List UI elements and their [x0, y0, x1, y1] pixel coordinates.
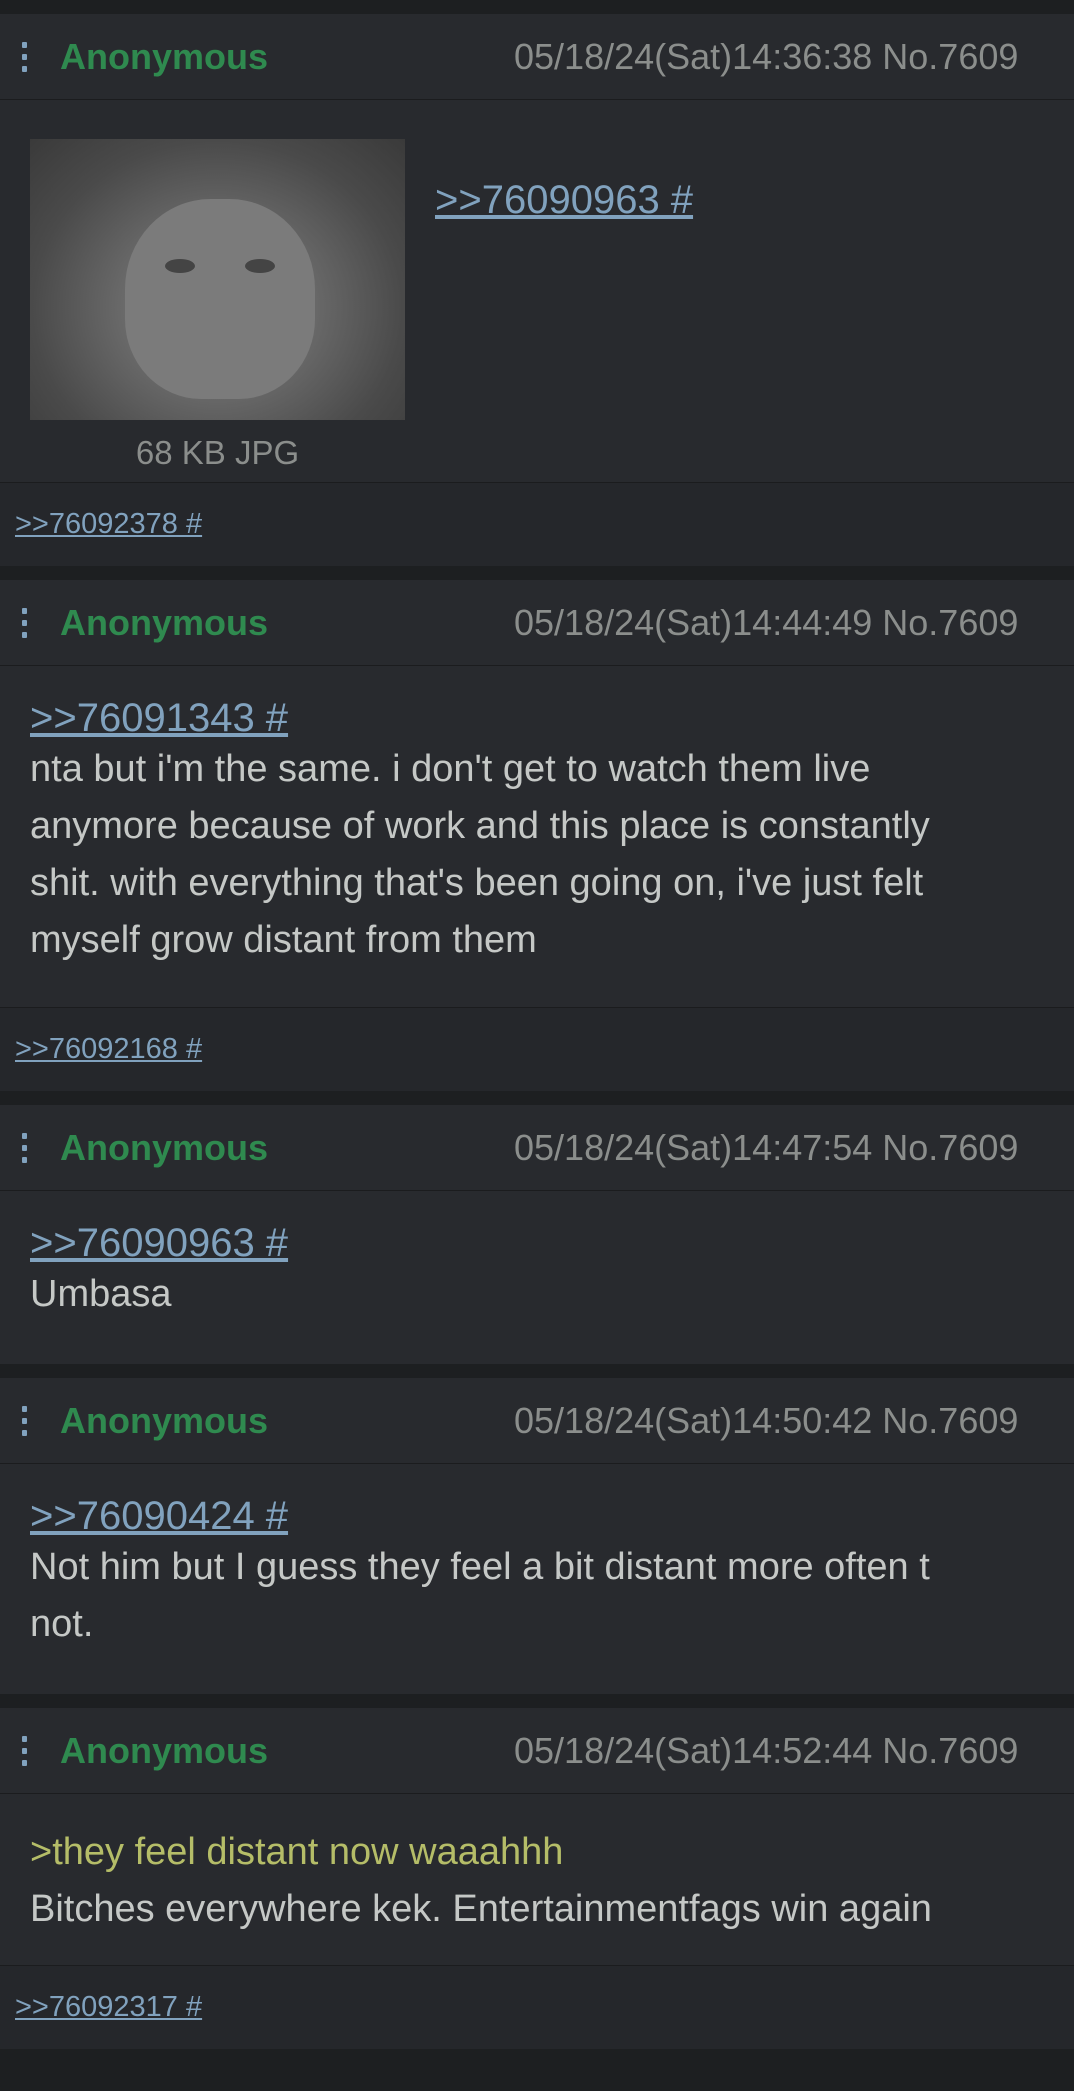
- kebab-menu-icon: [22, 1132, 27, 1163]
- post-text-line: anymore because of work and this place i…: [30, 805, 930, 847]
- poster-name: Anonymous: [60, 1126, 269, 1168]
- quote-link[interactable]: >>76090424 #: [30, 1494, 288, 1538]
- reply-link[interactable]: >>76092378 #: [15, 508, 202, 541]
- post-menu-button[interactable]: [22, 1708, 27, 1793]
- kebab-menu-icon: [22, 607, 27, 638]
- post: Anonymous 05/18/24(Sat)14:52:44 No.7609 …: [0, 1708, 1074, 1965]
- post-header: Anonymous 05/18/24(Sat)14:36:38 No.7609: [0, 14, 1074, 100]
- thumbnail-eye-right: [245, 259, 275, 273]
- post-header: Anonymous 05/18/24(Sat)14:44:49 No.7609: [0, 580, 1074, 666]
- post-text-line: myself grow distant from them: [30, 919, 537, 961]
- post-gap: [0, 0, 1074, 14]
- post-gap: [0, 1091, 1074, 1105]
- post-timestamp[interactable]: 05/18/24(Sat)14:44:49 No.7609: [514, 602, 1018, 644]
- kebab-menu-icon: [22, 1735, 27, 1766]
- post-text-line: shit. with everything that's been going …: [30, 862, 924, 904]
- post-text-line: Umbasa: [30, 1273, 172, 1315]
- post-replies: >>76092168 #: [0, 1007, 1074, 1091]
- post: Anonymous 05/18/24(Sat)14:50:42 No.7609 …: [0, 1378, 1074, 1694]
- post-menu-button[interactable]: [22, 1378, 27, 1463]
- post-body: >>76091343 # nta but i'm the same. i don…: [0, 666, 1074, 969]
- kebab-menu-icon: [22, 41, 27, 72]
- quote-link[interactable]: >>76090963 #: [30, 1221, 288, 1265]
- quote-link[interactable]: >>76090963 #: [435, 178, 693, 223]
- post-replies: >>76092378 #: [0, 482, 1074, 566]
- poster-name: Anonymous: [60, 601, 269, 643]
- post: Anonymous 05/18/24(Sat)14:44:49 No.7609 …: [0, 580, 1074, 1007]
- poster-name: Anonymous: [60, 35, 269, 77]
- reply-link[interactable]: >>76092168 #: [15, 1033, 202, 1066]
- thread: Anonymous 05/18/24(Sat)14:36:38 No.7609 …: [0, 0, 1074, 2049]
- post-body: >>76090424 # Not him but I guess they fe…: [0, 1464, 1074, 1653]
- post-header: Anonymous 05/18/24(Sat)14:50:42 No.7609: [0, 1378, 1074, 1464]
- post-image-thumbnail[interactable]: [30, 139, 405, 420]
- post-gap: [0, 1694, 1074, 1708]
- post-text-line: not.: [30, 1603, 94, 1645]
- post: Anonymous 05/18/24(Sat)14:47:54 No.7609 …: [0, 1105, 1074, 1364]
- post-menu-button[interactable]: [22, 14, 27, 99]
- post-menu-button[interactable]: [22, 580, 27, 665]
- poster-name: Anonymous: [60, 1399, 269, 1441]
- kebab-menu-icon: [22, 1405, 27, 1436]
- greentext-line: >they feel distant now waaahhh: [30, 1831, 564, 1873]
- post-gap: [0, 1364, 1074, 1378]
- post-header: Anonymous 05/18/24(Sat)14:47:54 No.7609: [0, 1105, 1074, 1191]
- post-text-line: Bitches everywhere kek. Entertainmentfag…: [30, 1888, 932, 1930]
- file-info: 68 KB JPG: [135, 434, 300, 471]
- post-menu-button[interactable]: [22, 1105, 27, 1190]
- quote-link[interactable]: >>76091343 #: [30, 696, 288, 740]
- post-timestamp[interactable]: 05/18/24(Sat)14:36:38 No.7609: [514, 36, 1018, 78]
- post-text-line: nta but i'm the same. i don't get to wat…: [30, 748, 871, 790]
- thumbnail-eye-left: [165, 259, 195, 273]
- post-header: Anonymous 05/18/24(Sat)14:52:44 No.7609: [0, 1708, 1074, 1794]
- post-timestamp[interactable]: 05/18/24(Sat)14:50:42 No.7609: [514, 1400, 1018, 1442]
- post-timestamp[interactable]: 05/18/24(Sat)14:52:44 No.7609: [514, 1730, 1018, 1772]
- post-body: >they feel distant now waaahhh Bitches e…: [0, 1794, 1074, 1938]
- reply-link[interactable]: >>76092317 #: [15, 1991, 202, 2024]
- post-replies: >>76092317 #: [0, 1965, 1074, 2049]
- post-gap: [0, 566, 1074, 580]
- poster-name: Anonymous: [60, 1729, 269, 1771]
- post-body: >>76090963 # Umbasa: [0, 1191, 1074, 1323]
- thumbnail-figure: [125, 199, 315, 399]
- post-timestamp[interactable]: 05/18/24(Sat)14:47:54 No.7609: [514, 1127, 1018, 1169]
- post-text-line: Not him but I guess they feel a bit dist…: [30, 1546, 930, 1588]
- post: Anonymous 05/18/24(Sat)14:36:38 No.7609 …: [0, 14, 1074, 482]
